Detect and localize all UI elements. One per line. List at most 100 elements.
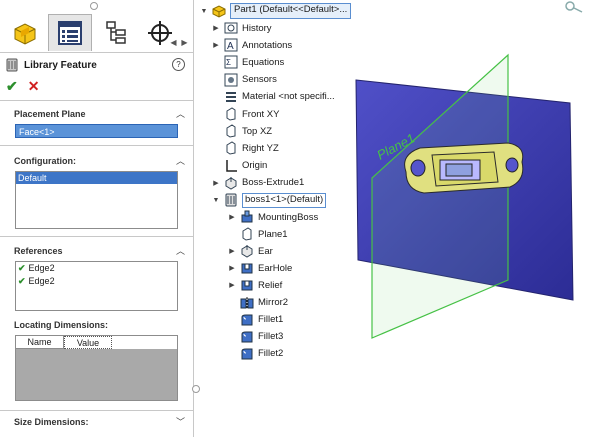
tree-item-fillet1[interactable]: Fillet1 <box>228 312 283 328</box>
tree-item-label[interactable]: Equations <box>242 57 284 68</box>
tree-item-ear[interactable]: ▶ Ear <box>228 243 273 259</box>
cancel-x-icon[interactable]: ✕ <box>28 78 40 95</box>
tree-item-label[interactable]: Material <not specifi... <box>242 91 335 102</box>
extrude-icon <box>224 176 238 190</box>
locating-dimensions-heading: Locating Dimensions: <box>14 320 109 330</box>
material-icon <box>224 90 238 104</box>
tree-item-fillet2[interactable]: Fillet2 <box>228 346 283 362</box>
ok-check-icon[interactable]: ✔ <box>6 78 18 95</box>
reference-item[interactable]: ✔ Edge2 <box>16 275 177 288</box>
tree-item-history[interactable]: ▶ History <box>212 20 272 36</box>
divider <box>0 145 193 146</box>
tree-item-fillet3[interactable]: Fillet3 <box>228 329 283 345</box>
tree-item-label[interactable]: Right YZ <box>242 143 279 154</box>
plane-icon <box>224 107 238 121</box>
placement-plane-heading: Placement Plane <box>14 109 86 119</box>
extrude-icon <box>240 244 254 258</box>
tree-item-label[interactable]: Relief <box>258 280 282 291</box>
configuration-selected-item[interactable]: Default <box>16 172 177 184</box>
reference-label: Edge2 <box>28 276 55 286</box>
configuration-manager-icon <box>106 21 126 44</box>
manager-tabbar: ◀ ▶ <box>0 12 193 53</box>
tree-item-right-yz[interactable]: Right YZ <box>212 140 279 156</box>
expand-arrow-icon[interactable]: ▶ <box>212 41 220 49</box>
column-header-value[interactable]: Value <box>64 336 112 349</box>
tree-root[interactable]: ▼ Part1 (Default<<Default>... <box>200 3 352 19</box>
expand-arrow-icon[interactable]: ▶ <box>212 24 220 32</box>
tree-item-label[interactable]: MountingBoss <box>258 212 318 223</box>
tree-item-boss1-1-default[interactable]: ▼ boss1<1>(Default) <box>212 192 327 208</box>
ok-cancel-group: ✔ ✕ <box>6 78 39 95</box>
tree-item-boss-extrude1[interactable]: ▶ Boss-Extrude1 <box>212 175 304 191</box>
tree-item-mirror2[interactable]: Mirror2 <box>228 295 288 311</box>
tree-item-label[interactable]: Sensors <box>242 74 277 85</box>
tree-item-earhole[interactable]: ▶ EarHole <box>228 260 292 276</box>
divider <box>0 236 193 237</box>
collapse-chevron-icon[interactable]: ︿ <box>176 244 185 257</box>
collapse-arrow-icon[interactable]: ▼ <box>212 197 220 204</box>
column-header-name[interactable]: Name <box>16 336 64 349</box>
tree-item-label[interactable]: History <box>242 23 272 34</box>
tree-item-top-xz[interactable]: Top XZ <box>212 123 272 139</box>
collapse-arrow-icon[interactable]: ▼ <box>200 8 208 15</box>
tree-item-label[interactable]: EarHole <box>258 263 292 274</box>
tree-item-label[interactable]: Mirror2 <box>258 297 288 308</box>
expand-arrow-icon[interactable]: ▶ <box>212 179 220 187</box>
tree-item-relief[interactable]: ▶ Relief <box>228 277 282 293</box>
tree-item-origin[interactable]: Origin <box>212 158 267 174</box>
view-orientation-triad[interactable] <box>556 0 601 14</box>
expand-arrow-icon[interactable]: ▶ <box>228 264 236 272</box>
tree-item-label[interactable]: Fillet1 <box>258 314 283 325</box>
tree-item-label[interactable]: Origin <box>242 160 267 171</box>
tree-item-label[interactable]: Boss-Extrude1 <box>242 177 304 188</box>
origin-icon <box>224 159 238 173</box>
collapse-chevron-icon[interactable]: ︿ <box>176 107 185 120</box>
configuration-list[interactable]: Default <box>15 171 178 229</box>
history-icon <box>224 21 238 35</box>
expand-arrow-icon[interactable]: ▶ <box>228 281 236 289</box>
boss-part-model[interactable] <box>404 142 524 194</box>
tree-item-mountingboss[interactable]: ▶ MountingBoss <box>228 209 318 225</box>
tree-item-label[interactable]: Ear <box>258 246 273 257</box>
references-list[interactable]: ✔ Edge2 ✔ Edge2 <box>15 261 178 311</box>
expand-arrow-icon[interactable]: ▶ <box>228 247 236 255</box>
fillet-icon <box>240 330 254 344</box>
tree-item-equations[interactable]: Σ Equations <box>212 54 284 70</box>
tree-item-sensors[interactable]: Sensors <box>212 72 277 88</box>
divider <box>0 410 193 411</box>
tree-item-label[interactable]: Top XZ <box>242 126 272 137</box>
panel-grip[interactable] <box>90 2 98 10</box>
reference-item[interactable]: ✔ Edge2 <box>16 262 177 275</box>
placement-plane-field[interactable]: Face<1> <box>15 124 178 138</box>
check-icon: ✔ <box>18 276 26 286</box>
expand-arrow-icon[interactable]: ▶ <box>228 213 236 221</box>
graphics-viewport[interactable]: Plane1 <box>340 50 601 350</box>
tree-item-annotations[interactable]: ▶ A Annotations <box>212 37 292 53</box>
expand-chevron-icon[interactable]: ﹀ <box>176 415 185 428</box>
tree-item-label[interactable]: Fillet2 <box>258 348 283 359</box>
tab-feature-manager[interactable] <box>2 14 46 52</box>
tree-item-material-not-specifi[interactable]: Material <not specifi... <box>212 89 335 105</box>
part-icon <box>212 4 226 18</box>
locating-dimensions-table[interactable]: Name Value <box>15 335 178 401</box>
plane-icon <box>240 227 254 241</box>
tree-item-front-xy[interactable]: Front XY <box>212 106 280 122</box>
tree-item-label[interactable]: Plane1 <box>258 229 288 240</box>
tab-property-manager[interactable] <box>48 14 92 51</box>
help-icon[interactable]: ? <box>172 58 185 71</box>
tree-root-label[interactable]: Part1 (Default<<Default>... <box>230 3 352 19</box>
tree-item-label[interactable]: Fillet3 <box>258 331 283 342</box>
tree-item-plane1[interactable]: Plane1 <box>228 226 288 242</box>
tree-item-label[interactable]: Annotations <box>242 40 292 51</box>
library-feature-icon <box>6 58 18 72</box>
tree-item-label[interactable]: boss1<1>(Default) <box>242 192 327 208</box>
tree-item-label[interactable]: Front XY <box>242 109 280 120</box>
collapse-chevron-icon[interactable]: ︿ <box>176 154 185 167</box>
tab-configuration-manager[interactable] <box>94 14 138 52</box>
property-manager-icon <box>58 21 82 45</box>
scroll-right-icon[interactable]: ▶ <box>179 36 190 50</box>
divider <box>0 100 193 101</box>
size-dimensions-heading: Size Dimensions: <box>14 417 89 427</box>
panel-splitter-grip[interactable] <box>192 385 200 393</box>
scroll-left-icon[interactable]: ◀ <box>168 36 179 50</box>
